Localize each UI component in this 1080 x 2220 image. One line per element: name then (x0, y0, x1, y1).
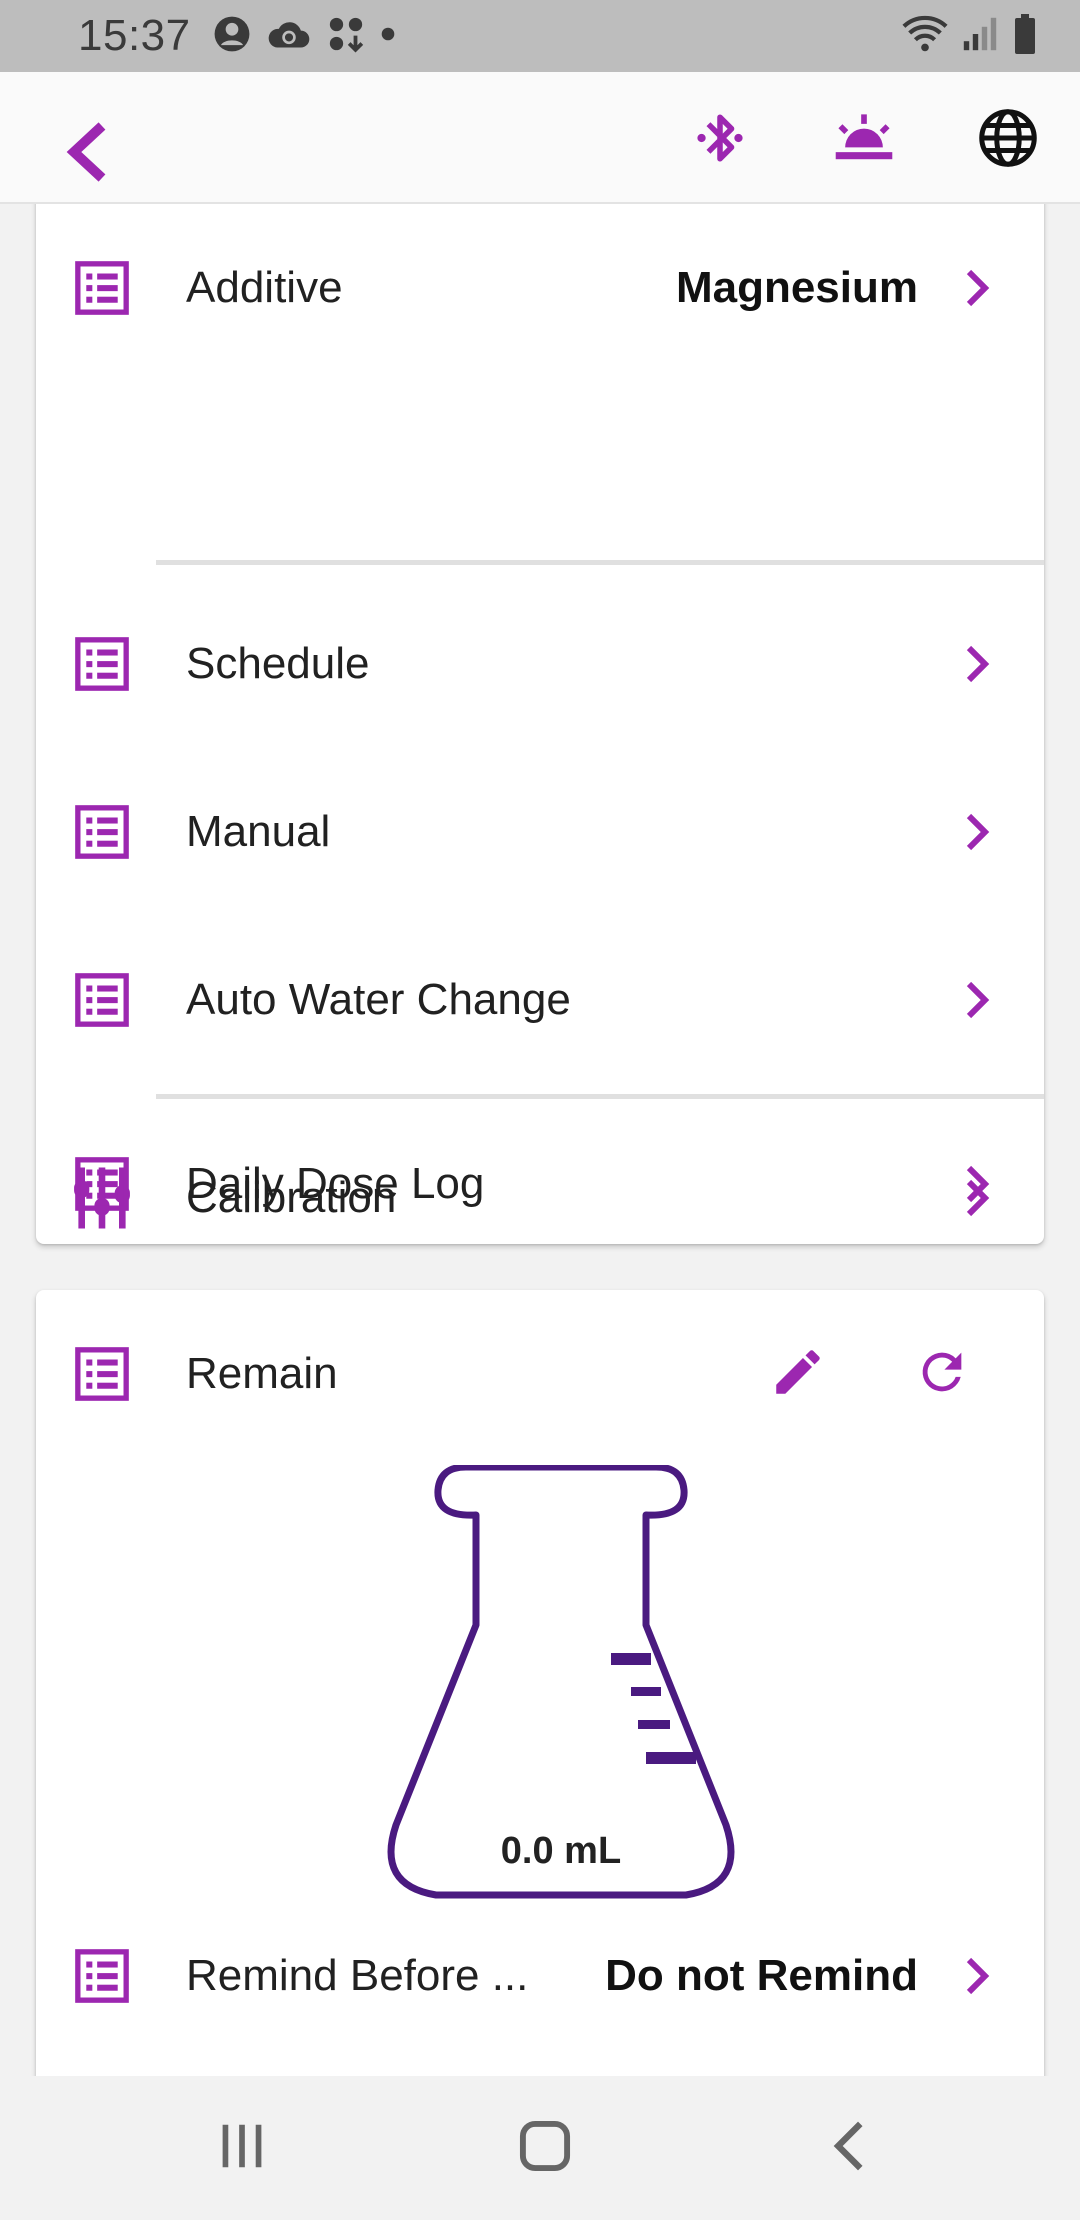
home-button[interactable] (505, 2118, 585, 2178)
list-icon (68, 1150, 136, 1218)
remain-header: Remain (36, 1290, 1044, 1458)
list-icon (68, 798, 136, 866)
chevron-right-icon (958, 1946, 998, 2006)
chevron-right-icon (958, 802, 998, 862)
status-bar: 15:37 (0, 0, 1080, 72)
chevron-right-icon (958, 258, 998, 318)
remind-value: Do not Remind (605, 1951, 918, 2000)
status-notification-icons (213, 15, 395, 58)
manual-label: Manual (186, 807, 331, 856)
settings-card: Additive Magnesium Schedule Manual Auto … (36, 204, 1044, 1244)
remind-label: Remind Before ... (186, 1951, 529, 2000)
list-icon (68, 630, 136, 698)
sunrise-icon (831, 111, 897, 170)
additive-row[interactable]: Additive Magnesium (36, 204, 1044, 372)
cloud-sync-icon (267, 16, 311, 57)
additive-value: Magnesium (675, 263, 918, 312)
chevron-right-icon (958, 634, 998, 694)
manual-row[interactable]: Manual (36, 748, 1044, 916)
refresh-icon (913, 1343, 971, 1406)
chevron-right-icon (958, 1154, 998, 1214)
language-button[interactable] (970, 102, 1046, 178)
daily-dose-log-label: Daily Dose Log (186, 1159, 485, 1208)
home-icon (518, 2119, 572, 2178)
list-icon (68, 1942, 136, 2010)
system-back-button[interactable] (808, 2118, 888, 2178)
content-scroll[interactable]: Additive Magnesium Schedule Manual Auto … (0, 204, 1080, 2076)
wifi-icon (902, 14, 948, 59)
sunrise-button[interactable] (826, 102, 902, 178)
more-dot-icon (381, 27, 395, 46)
account-circle-icon (213, 15, 251, 58)
chevron-left-icon (830, 2119, 866, 2178)
auto-water-change-row[interactable]: Auto Water Change (36, 916, 1044, 1084)
bluetooth-button[interactable] (682, 102, 758, 178)
back-button[interactable] (48, 116, 124, 192)
remain-title-row: Remain (36, 1290, 1044, 1458)
daily-dose-log-row[interactable]: Daily Dose Log (36, 1100, 1044, 1268)
status-time: 15:37 (78, 11, 191, 60)
list-icon (68, 966, 136, 1034)
list-icon (68, 254, 136, 322)
remain-volume: 0.0 mL (500, 1830, 622, 1872)
recents-icon (217, 2120, 267, 2177)
auto-water-change-label: Auto Water Change (186, 975, 571, 1024)
schedule-label: Schedule (186, 639, 370, 688)
remind-row[interactable]: Remind Before ... Do not Remind (36, 1892, 1044, 2060)
battery-icon (1012, 13, 1038, 59)
refresh-remain-button[interactable] (902, 1334, 982, 1414)
chevron-right-icon (958, 970, 998, 1030)
additive-label: Additive (186, 263, 343, 312)
schedule-row[interactable]: Schedule (36, 580, 1044, 748)
bluetooth-icon (692, 108, 748, 173)
chevron-left-icon (62, 120, 110, 189)
edit-remain-button[interactable] (758, 1334, 838, 1414)
globe-icon (978, 108, 1038, 173)
signal-icon (962, 15, 998, 58)
app-bar (0, 72, 1080, 204)
recents-button[interactable] (202, 2118, 282, 2178)
apps-icon (327, 15, 365, 58)
pencil-icon (769, 1343, 827, 1406)
divider (156, 560, 1044, 565)
system-nav-bar (0, 2076, 1080, 2220)
list-icon (68, 1340, 136, 1408)
remain-card: Remain 0.0 mL Remind Before ... Do not R… (36, 1290, 1044, 2076)
remain-title: Remain (186, 1349, 338, 1398)
divider (156, 1094, 1044, 1099)
